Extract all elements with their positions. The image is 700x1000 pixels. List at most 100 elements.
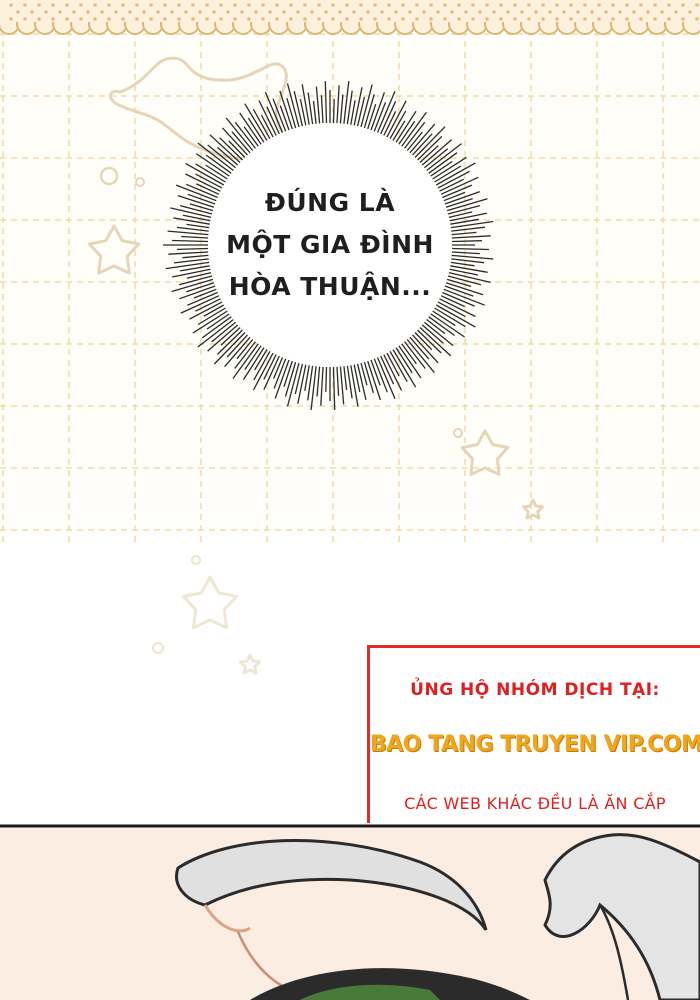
lace-dot — [667, 3, 671, 7]
lace-dot — [331, 17, 335, 21]
lace-dot — [387, 3, 391, 7]
lace-dot — [422, 10, 426, 14]
lace-dot — [149, 17, 153, 21]
lace-dot — [107, 17, 111, 21]
lace-dot — [471, 3, 475, 7]
lace-dot — [100, 10, 104, 14]
star-icon — [181, 575, 239, 630]
lace-dot — [79, 17, 83, 21]
lace-dot — [282, 10, 286, 14]
lace-dot — [23, 3, 27, 7]
lace-dot — [660, 10, 664, 14]
lace-dot — [289, 17, 293, 21]
lace-dot — [499, 17, 503, 21]
lace-dot — [9, 17, 13, 21]
lace-dot — [317, 17, 321, 21]
lace-dot — [681, 3, 685, 7]
lace-dot — [9, 3, 13, 7]
bubble-line: ĐÚNG LÀ — [264, 188, 396, 217]
lace-dot — [72, 10, 76, 14]
lace-dot — [625, 3, 629, 7]
lace-dot — [352, 10, 356, 14]
lace-dot — [443, 3, 447, 7]
lace-dot — [597, 17, 601, 21]
lace-dot — [653, 3, 657, 7]
lace-dot — [37, 17, 41, 21]
lace-dot — [639, 3, 643, 7]
lace-dot — [611, 3, 615, 7]
lace-dot — [359, 3, 363, 7]
lace-dot — [170, 10, 174, 14]
lace-dot — [247, 17, 251, 21]
lace-dot — [275, 3, 279, 7]
lace-dot — [534, 10, 538, 14]
lace-dot — [107, 3, 111, 7]
lace-dot — [79, 3, 83, 7]
burst-spike — [325, 366, 328, 392]
lace-dot — [590, 10, 594, 14]
lace-dot — [177, 17, 181, 21]
lace-dot — [408, 10, 412, 14]
lace-dot — [156, 10, 160, 14]
lace-dot — [625, 17, 629, 21]
lace-dot — [569, 17, 573, 21]
lace-dot — [380, 10, 384, 14]
lace-dot — [688, 10, 692, 14]
lace-dot — [401, 3, 405, 7]
lace-dot — [37, 3, 41, 7]
lace-dot — [541, 17, 545, 21]
lace-dot — [562, 10, 566, 14]
lace-dot — [93, 3, 97, 7]
lace-dot — [191, 3, 195, 7]
warning-text: CÁC WEB KHÁC ĐỀU LÀ ĂN CẮP — [404, 794, 666, 813]
lace-dot — [184, 10, 188, 14]
lace-dot — [163, 17, 167, 21]
lace-dot — [674, 10, 678, 14]
site-link[interactable]: BAO TANG TRUYEN VIP.COM — [370, 732, 700, 757]
lace-dot — [121, 17, 125, 21]
lace-dot — [233, 3, 237, 7]
lace-dot — [51, 3, 55, 7]
lace-dot — [541, 3, 545, 7]
lace-dot — [604, 10, 608, 14]
lace-dot — [632, 10, 636, 14]
lace-dot — [548, 10, 552, 14]
lace-dot — [597, 3, 601, 7]
star-icon — [239, 653, 261, 675]
lace-dot — [576, 10, 580, 14]
lace-dot — [303, 17, 307, 21]
lace-dot — [499, 3, 503, 7]
lace-dot — [16, 10, 20, 14]
lace-dot — [324, 10, 328, 14]
lace-dot — [457, 17, 461, 21]
lace-dot — [268, 10, 272, 14]
lace-dot — [345, 3, 349, 7]
bubble-line: MỘT GIA ĐÌNH — [226, 230, 434, 259]
lace-dot — [135, 17, 139, 21]
lace-dot — [317, 3, 321, 7]
lace-dot — [555, 17, 559, 21]
lace-dot — [303, 3, 307, 7]
lace-dot — [667, 17, 671, 21]
lace-dot — [506, 10, 510, 14]
lace-dot — [415, 17, 419, 21]
lace-dot — [436, 10, 440, 14]
lace-dot — [639, 17, 643, 21]
lace-dot — [177, 3, 181, 7]
lace-dot — [513, 3, 517, 7]
lace-dot — [86, 10, 90, 14]
lace-dot — [142, 10, 146, 14]
lace-dot — [478, 10, 482, 14]
lace-dot — [429, 3, 433, 7]
lace-dot — [373, 17, 377, 21]
lace-dot — [513, 17, 517, 21]
lace-dot — [65, 17, 69, 21]
lace-dot — [695, 17, 699, 21]
lace-dot — [128, 10, 132, 14]
lace-dot — [366, 10, 370, 14]
lace-dot — [569, 3, 573, 7]
lace-dot — [485, 17, 489, 21]
lace-dot — [30, 10, 34, 14]
lace-dot — [387, 17, 391, 21]
lace-dot — [401, 17, 405, 21]
